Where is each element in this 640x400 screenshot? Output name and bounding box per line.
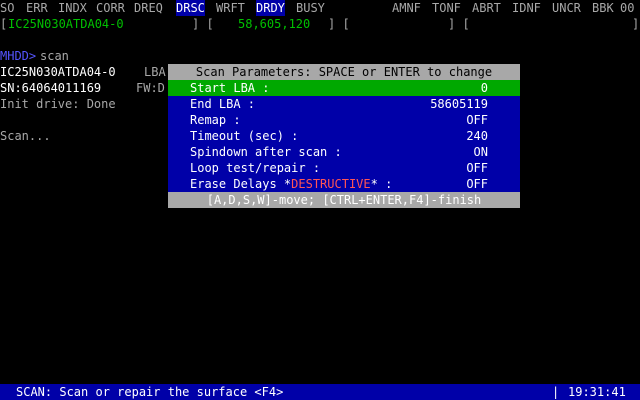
flag-abrt: ABRT (472, 1, 501, 15)
drive-info-bar: [ IC25N030ATDA04-0 ] [ 58,605,120 ] [ ] … (0, 17, 640, 31)
param-label: Spindown after scan : (190, 145, 342, 159)
status-clock: 19:31:41 (568, 385, 626, 399)
param-label: Start LBA : (190, 81, 270, 95)
flag-busy: BUSY (296, 1, 325, 15)
param-value: 58605119 (430, 97, 488, 111)
drive-model: IC25N030ATDA04-0 (8, 17, 124, 31)
flag-bbk: BBK (592, 1, 614, 15)
param-erase-delays[interactable]: Erase Delays *DESTRUCTIVE* : OFF (168, 176, 520, 192)
flag-drdy: DRDY (256, 0, 285, 16)
status-bar: SCAN: Scan or repair the surface <F4> | … (0, 384, 640, 400)
dialog-title: Scan Parameters: SPACE or ENTER to chang… (168, 64, 520, 80)
param-spindown[interactable]: Spindown after scan : ON (168, 144, 520, 160)
param-label: Timeout (sec) : (190, 129, 299, 143)
param-value: ON (473, 145, 488, 159)
param-value: OFF (466, 177, 488, 191)
console-model-line: IC25N030ATDA04-0 LBA (0, 65, 166, 79)
lba-count: 58,605,120 (238, 17, 311, 31)
prompt: MHDD> (0, 49, 37, 63)
param-end-lba[interactable]: End LBA : 58605119 (168, 96, 520, 112)
param-timeout[interactable]: Timeout (sec) : 240 (168, 128, 520, 144)
param-remap[interactable]: Remap : OFF (168, 112, 520, 128)
flag-indx: INDX (58, 1, 87, 15)
flag-00: 00 (620, 1, 635, 15)
status-separator: | (552, 385, 560, 399)
param-value: OFF (466, 113, 488, 127)
flag-corr: CORR (96, 1, 125, 15)
destructive-warning: DESTRUCTIVE (291, 177, 371, 191)
param-value: OFF (466, 161, 488, 175)
console-prompt-line: MHDD> scan (0, 48, 69, 64)
console-scan-line: Scan... (0, 129, 51, 143)
flag-tonf: TONF (432, 1, 461, 15)
status-text: SCAN: Scan or repair the surface <F4> (16, 385, 284, 399)
dialog-body: Start LBA : 0 End LBA : 58605119 Remap :… (168, 80, 520, 192)
param-loop-test[interactable]: Loop test/repair : OFF (168, 160, 520, 176)
param-start-lba[interactable]: Start LBA : 0 (168, 80, 520, 96)
dialog-help-bar: [A,D,S,W]-move; [CTRL+ENTER,F4]-finish (168, 192, 520, 208)
flag-idnf: IDNF (512, 1, 541, 15)
prompt-command: scan (40, 49, 69, 63)
register-flags-bar: SO ERR INDX CORR DREQ DRSC WRFT DRDY BUS… (0, 0, 634, 16)
param-label: Remap : (190, 113, 241, 127)
flag-uncr: UNCR (552, 1, 581, 15)
console-init-line: Init drive: Done (0, 97, 116, 111)
flag-dreq: DREQ (134, 1, 163, 15)
param-label: End LBA : (190, 97, 256, 111)
flag-amnf: AMNF (392, 1, 421, 15)
param-value: 0 (480, 81, 488, 95)
param-label: Loop test/repair : (190, 161, 321, 175)
flag-drsc: DRSC (176, 0, 205, 16)
flag-err: ERR (26, 1, 48, 15)
console-serial-line: SN:64064011169 FW:D (0, 81, 165, 95)
param-label: Erase Delays *DESTRUCTIVE* : (190, 177, 393, 191)
flag-so: SO (0, 1, 15, 15)
param-value: 240 (466, 129, 488, 143)
scan-parameters-dialog: Scan Parameters: SPACE or ENTER to chang… (168, 64, 520, 208)
flag-wrft: WRFT (216, 1, 245, 15)
